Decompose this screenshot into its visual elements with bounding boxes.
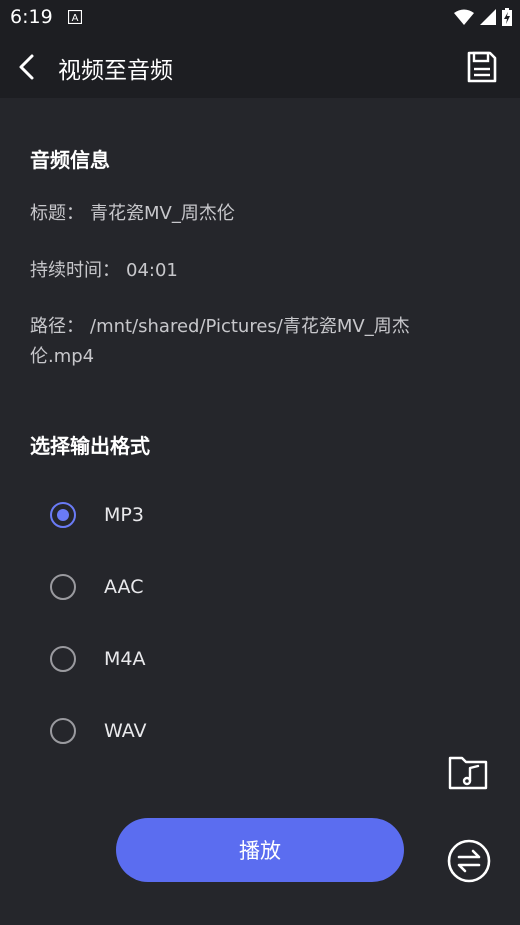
- music-folder-icon[interactable]: [448, 752, 488, 792]
- convert-icon[interactable]: [446, 838, 492, 884]
- status-bar: 6:19 A: [0, 0, 520, 34]
- format-label: M4A: [104, 648, 146, 670]
- path-row-continued: 伦.mp4: [30, 342, 94, 372]
- battery-charging-icon: [502, 8, 512, 26]
- radio-button[interactable]: [50, 718, 76, 744]
- notification-a-icon: A: [68, 10, 82, 24]
- format-label: MP3: [104, 504, 144, 526]
- page-title: 视频至音频: [58, 58, 173, 84]
- path-label: 路径：: [30, 316, 84, 337]
- status-icons: [454, 8, 512, 26]
- play-button[interactable]: 播放: [116, 818, 404, 882]
- status-time: 6:19: [10, 6, 53, 28]
- format-option-mp3[interactable]: MP3: [50, 497, 144, 533]
- radio-button[interactable]: [50, 574, 76, 600]
- save-icon[interactable]: [466, 50, 498, 84]
- wifi-icon: [454, 9, 474, 25]
- title-value: 青花瓷MV_周杰伦: [90, 203, 235, 224]
- format-label: WAV: [104, 720, 147, 742]
- duration-label: 持续时间：: [30, 260, 120, 281]
- path-value-line2: 伦.mp4: [30, 346, 95, 367]
- radio-button[interactable]: [50, 502, 76, 528]
- app-bar: 视频至音频: [0, 34, 520, 98]
- radio-button[interactable]: [50, 646, 76, 672]
- audio-info-heading: 音频信息: [30, 148, 110, 172]
- format-option-wav[interactable]: WAV: [50, 713, 147, 749]
- title-label: 标题：: [30, 203, 84, 224]
- signal-icon: [480, 9, 496, 25]
- path-value-line1: /mnt/shared/Pictures/青花瓷MV_周杰: [90, 316, 410, 337]
- title-row: 标题： 青花瓷MV_周杰伦: [30, 199, 235, 229]
- format-option-m4a[interactable]: M4A: [50, 641, 145, 677]
- duration-value: 04:01: [126, 260, 178, 281]
- output-format-heading: 选择输出格式: [30, 434, 150, 458]
- svg-text:A: A: [72, 13, 79, 24]
- format-option-aac[interactable]: AAC: [50, 569, 143, 605]
- duration-row: 持续时间： 04:01: [30, 256, 178, 286]
- path-row: 路径： /mnt/shared/Pictures/青花瓷MV_周杰: [30, 312, 410, 342]
- format-label: AAC: [104, 576, 144, 598]
- back-arrow-icon[interactable]: [14, 52, 42, 82]
